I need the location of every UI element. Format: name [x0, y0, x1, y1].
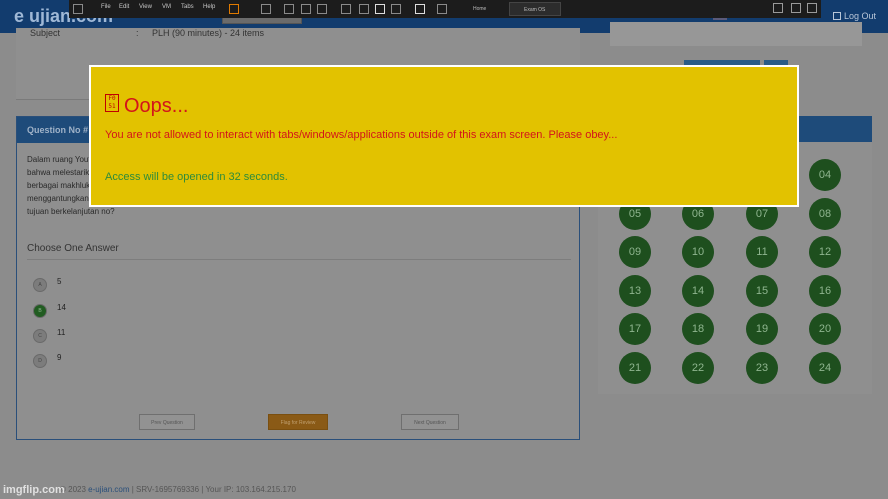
- footer-site-link[interactable]: e-ujian.com: [88, 485, 129, 494]
- close-icon[interactable]: [807, 3, 817, 13]
- option-c-text[interactable]: 11: [57, 328, 65, 337]
- divider: [27, 259, 571, 260]
- subject-colon: :: [136, 28, 139, 38]
- footer: © 2023 e-ujian.com | SRV-1695769336 | Yo…: [60, 485, 296, 494]
- menu-tabs[interactable]: Tabs: [181, 4, 194, 10]
- minimize-icon[interactable]: [773, 3, 783, 13]
- question-number-button[interactable]: 08: [809, 198, 841, 230]
- question-number-label: Question No #: [27, 125, 89, 135]
- question-number-button[interactable]: 24: [809, 352, 841, 384]
- tab-home[interactable]: Home: [459, 2, 507, 16]
- question-number-button[interactable]: 23: [746, 352, 778, 384]
- layout-icon[interactable]: [341, 4, 351, 14]
- option-a-badge[interactable]: A: [33, 278, 47, 292]
- maximize-icon[interactable]: [791, 3, 801, 13]
- menu-file[interactable]: File: [101, 4, 111, 10]
- question-number-button[interactable]: 16: [809, 275, 841, 307]
- missing-glyph-icon: F0 51: [105, 94, 119, 112]
- question-number-button[interactable]: 14: [682, 275, 714, 307]
- menu-edit[interactable]: Edit: [119, 4, 129, 10]
- revert-icon[interactable]: [317, 4, 327, 14]
- fullscreen-icon[interactable]: [375, 4, 385, 14]
- modal-countdown: Access will be opened in 32 seconds.: [105, 171, 288, 183]
- question-number-button[interactable]: 15: [746, 275, 778, 307]
- question-number-button[interactable]: 10: [682, 236, 714, 268]
- modal-title: Oops...: [124, 95, 189, 117]
- option-d-text[interactable]: 9: [57, 353, 61, 362]
- prev-question-button[interactable]: Prev Question: [139, 414, 195, 430]
- question-number-button[interactable]: 17: [619, 313, 651, 345]
- vm-toolbar: File Edit View VM Tabs Help Home Exam OS: [69, 0, 821, 18]
- question-number-button[interactable]: 19: [746, 313, 778, 345]
- subject-value: PLH (90 minutes) - 24 items: [152, 28, 265, 38]
- logout-link[interactable]: Log Out: [832, 11, 876, 21]
- split-icon[interactable]: [359, 4, 369, 14]
- next-question-button[interactable]: Next Question: [401, 414, 459, 430]
- question-number-button[interactable]: 12: [809, 236, 841, 268]
- menu-help[interactable]: Help: [203, 4, 215, 10]
- question-number-button[interactable]: 21: [619, 352, 651, 384]
- imgflip-watermark: imgflip.com: [3, 484, 65, 496]
- clock-icon[interactable]: [284, 4, 294, 14]
- terminal-icon[interactable]: [415, 4, 425, 14]
- footer-server-info: | SRV-1695769336 | Your IP: 103.164.215.…: [131, 485, 296, 494]
- snapshot-icon[interactable]: [301, 4, 311, 14]
- view-icon[interactable]: [437, 4, 447, 14]
- question-number-button[interactable]: 13: [619, 275, 651, 307]
- warning-modal: F0 51 Oops... You are not allowed to int…: [89, 65, 799, 207]
- app-icon: [73, 4, 83, 14]
- choose-answer-label: Choose One Answer: [27, 243, 119, 254]
- subject-label: Subject: [30, 28, 61, 38]
- question-number-button[interactable]: 18: [682, 313, 714, 345]
- flag-review-button[interactable]: Flag for Review: [268, 414, 328, 430]
- question-number-button[interactable]: 04: [809, 159, 841, 191]
- info-banner: [610, 22, 862, 46]
- print-icon[interactable]: [261, 4, 271, 14]
- option-b-badge[interactable]: B: [33, 304, 47, 318]
- pause-icon[interactable]: [229, 4, 239, 14]
- option-a-text[interactable]: 5: [57, 277, 61, 286]
- option-d-badge[interactable]: D: [33, 354, 47, 368]
- menu-vm[interactable]: VM: [162, 4, 171, 10]
- unity-icon[interactable]: [391, 4, 401, 14]
- menu-view[interactable]: View: [139, 4, 152, 10]
- option-b-text[interactable]: 14: [57, 303, 66, 312]
- modal-message: You are not allowed to interact with tab…: [105, 129, 618, 141]
- question-number-button[interactable]: 11: [746, 236, 778, 268]
- question-number-button[interactable]: 20: [809, 313, 841, 345]
- question-number-button[interactable]: 22: [682, 352, 714, 384]
- option-c-badge[interactable]: C: [33, 329, 47, 343]
- question-number-button[interactable]: 09: [619, 236, 651, 268]
- logout-icon: [832, 12, 841, 20]
- tab-exam-os[interactable]: Exam OS: [509, 2, 561, 16]
- logout-label: Log Out: [843, 11, 876, 21]
